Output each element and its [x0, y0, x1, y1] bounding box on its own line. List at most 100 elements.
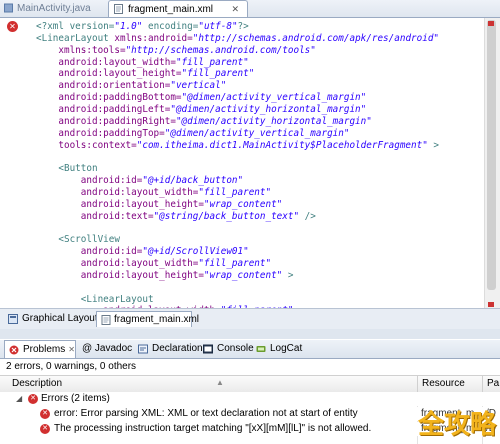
code-token: android:layout_height=	[80, 198, 204, 210]
code-token: <LinearLayout	[80, 293, 154, 305]
close-icon[interactable]: ✕	[231, 1, 239, 18]
code-token: />	[299, 210, 316, 222]
code-token: android:id=	[80, 175, 143, 187]
tab-label: LogCat	[270, 343, 303, 354]
code-token: "http://schemas.android.com/tools"	[125, 44, 316, 56]
code-token: "vertical"	[170, 80, 227, 92]
error-overview-marker[interactable]	[488, 302, 494, 307]
code-token: "com.itheima.dict1.MainActivity$Placehol…	[136, 139, 428, 151]
scrollbar-thumb[interactable]	[487, 20, 496, 290]
sort-ascending-icon: ▲	[216, 378, 224, 387]
console-icon	[203, 344, 213, 354]
tab-xml-source[interactable]: fragment_main.xml	[96, 311, 199, 327]
tab-label: fragment_main.xml	[114, 314, 200, 325]
problem-description: The processing instruction target matchi…	[54, 423, 372, 434]
code-token: android:layout_width=	[80, 258, 199, 269]
code-token: android:layout_height=	[58, 68, 182, 80]
tab-graphical-layout[interactable]: Graphical Layout	[4, 311, 98, 327]
tab-console[interactable]: Console	[203, 340, 254, 358]
code-token: "@dimen/activity_vertical_margin"	[164, 127, 350, 139]
code-line: android:layout_height="wrap_content" >	[36, 270, 294, 282]
code-line: android:layout_width="fill_parent"	[36, 56, 249, 69]
tab-label: MainActivity.java	[17, 3, 91, 14]
code-token: <Button	[58, 163, 98, 175]
tab-problems[interactable]: Problems ✕	[4, 340, 76, 358]
code-token: android:layout_height=	[80, 269, 204, 281]
tab-logcat[interactable]: LogCat	[256, 340, 302, 358]
close-icon[interactable]: ✕	[68, 345, 75, 354]
code-line: android:paddingRight="@dimen/activity_ho…	[36, 115, 372, 128]
editor-tab-strip: MainActivity.java fragment_main.xml ✕	[0, 0, 500, 18]
layout-icon	[8, 314, 18, 324]
tab-mainactivity-java[interactable]: MainActivity.java	[4, 0, 104, 17]
column-header-description[interactable]: Description	[8, 376, 413, 392]
group-label: Errors (2 items)	[41, 393, 110, 404]
tab-declaration[interactable]: Declaration	[138, 340, 203, 358]
code-token: "@+id/back_button"	[142, 175, 244, 187]
java-file-icon	[4, 3, 13, 13]
column-label: Resource	[422, 378, 465, 389]
xml-editor[interactable]: ✕ <?xml version="1.0" encoding="utf-8"?>…	[0, 18, 500, 308]
code-token: "wrap_content"	[203, 269, 283, 281]
tab-fragment-main-xml[interactable]: fragment_main.xml ✕	[108, 0, 248, 17]
code-token: "fill_parent"	[181, 68, 255, 80]
code-token: "http://schemas.android.com/apk/res/andr…	[192, 32, 440, 44]
code-token: xmlns:android=	[114, 32, 193, 44]
code-token: android:paddingLeft=	[58, 103, 171, 115]
column-label: Pa	[487, 378, 500, 389]
code-token: android:id=	[80, 246, 143, 258]
code-line: tools:context="com.itheima.dict1.MainAct…	[36, 140, 439, 152]
code-token: android:orientation=	[58, 80, 171, 92]
code-line: android:id="@+id/back_button"	[36, 175, 243, 187]
column-header-resource[interactable]: Resource	[417, 376, 477, 392]
code-line: xmlns:tools="http://schemas.android.com/…	[36, 44, 316, 57]
error-marker-icon[interactable]: ✕	[7, 21, 18, 32]
code-token: android:paddingBottom=	[58, 92, 182, 104]
tab-label: @ Javadoc	[82, 343, 133, 354]
tab-javadoc[interactable]: @ Javadoc	[82, 340, 132, 358]
column-header-path[interactable]: Pa	[482, 376, 500, 392]
code-token: "utf-8"	[198, 21, 238, 32]
tab-label: Console	[217, 343, 254, 354]
code-line: android:layout_width="fill_parent"	[36, 187, 271, 199]
code-line: <Button	[36, 163, 98, 175]
code-token: <?xml version=	[36, 21, 115, 32]
expand-collapse-icon[interactable]: ◢	[16, 392, 22, 406]
problems-table-header: Description ▲ Resource Pa	[0, 375, 500, 393]
code-token: android:layout_width=	[80, 186, 199, 198]
code-token: xmlns:tools=	[58, 44, 126, 56]
code-token: "@dimen/activity_horizontal_margin"	[170, 103, 367, 115]
code-line: android:paddingBottom="@dimen/activity_v…	[36, 92, 366, 104]
panel-divider[interactable]	[0, 329, 500, 339]
code-token: "@dimen/activity_horizontal_margin"	[175, 115, 372, 127]
code-token: android:text=	[80, 210, 154, 222]
code-token: "fill_parent"	[175, 56, 249, 68]
code-line: android:text="@string/back_button_text" …	[36, 211, 316, 223]
code-token: "wrap_content"	[203, 198, 283, 210]
editor-mode-tabs: Graphical Layout fragment_main.xml	[0, 308, 500, 330]
code-line: <LinearLayout xmlns:android="http://sche…	[36, 33, 439, 45]
logcat-icon	[256, 346, 266, 352]
column-label: Description	[12, 378, 63, 389]
code-line: android:layout_height="wrap_content"	[36, 198, 283, 211]
code-token: android:paddingRight=	[58, 115, 176, 127]
code-token: android:layout_width=	[58, 56, 176, 68]
code-line: android:layout_width="fill_parent"	[36, 258, 271, 270]
tab-label: fragment_main.xml	[128, 4, 214, 15]
editor-gutter: ✕	[0, 18, 28, 308]
error-icon: ✕	[40, 424, 50, 434]
code-token: >	[282, 269, 294, 281]
code-token: <LinearLayout	[36, 32, 115, 44]
error-overview-marker[interactable]	[488, 21, 494, 26]
